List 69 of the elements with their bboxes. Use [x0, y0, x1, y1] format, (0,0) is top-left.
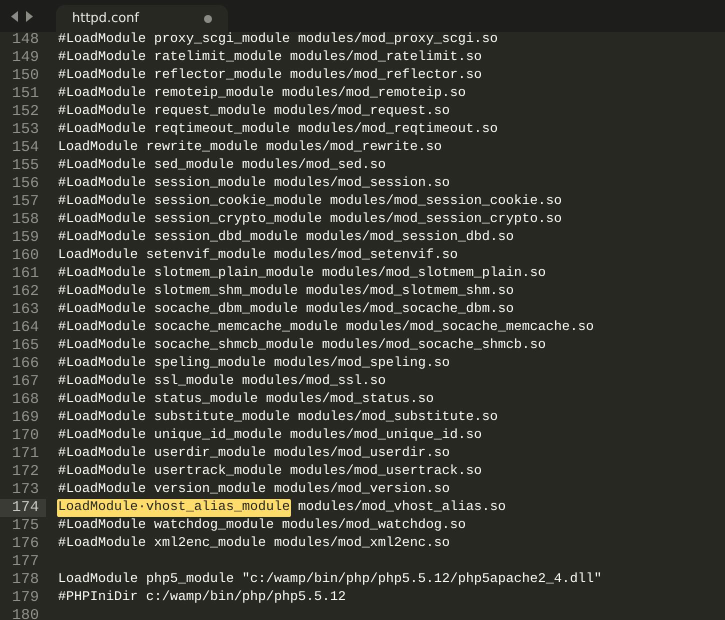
line-number: 170 — [10, 427, 40, 445]
code-line: #LoadModule sed_module modules/mod_sed.so — [58, 157, 386, 175]
code-line: #LoadModule session_crypto_module modules/mod_session_crypto.so — [58, 211, 562, 229]
line-number: 164 — [10, 319, 40, 337]
line-number: 156 — [10, 175, 40, 193]
line-number: 150 — [10, 67, 40, 85]
line-number: 166 — [10, 355, 40, 373]
line-number: 177 — [10, 553, 40, 571]
line-number: 154 — [10, 139, 40, 157]
code-line: #LoadModule ratelimit_module modules/mod_ratelimit.so — [58, 49, 482, 67]
line-number: 163 — [10, 301, 40, 319]
code-line: #LoadModule remoteip_module modules/mod_remoteip.so — [58, 85, 466, 103]
line-number: 148 — [10, 31, 40, 49]
code-line: #LoadModule session_cookie_module modules/mod_session_cookie.so — [58, 193, 562, 211]
code-line: #LoadModule session_module modules/mod_session.so — [58, 175, 450, 193]
code-line: #LoadModule socache_shmcb_module modules/mod_socache_shmcb.so — [58, 337, 546, 355]
line-number: 149 — [10, 49, 40, 67]
line-number: 173 — [10, 481, 40, 499]
code-line: #LoadModule status_module modules/mod_status.so — [58, 391, 434, 409]
code-line: #LoadModule unique_id_module modules/mod_unique_id.so — [58, 427, 482, 445]
line-number: 155 — [10, 157, 40, 175]
code-line: #LoadModule slotmem_shm_module modules/mod_slotmem_shm.so — [58, 283, 514, 301]
line-number: 165 — [10, 337, 40, 355]
selected-text: LoadModule·vhost_alias_module — [57, 499, 291, 517]
code-line: #LoadModule usertrack_module modules/mod_usertrack.so — [58, 463, 482, 481]
code-line: #LoadModule proxy_scgi_module modules/mod_proxy_scgi.so — [58, 31, 498, 49]
code-line: #LoadModule xml2enc_module modules/mod_xml2enc.so — [58, 535, 450, 553]
line-number: 167 — [10, 373, 40, 391]
code-line: #LoadModule request_module modules/mod_request.so — [58, 103, 450, 121]
tab-title: httpd.conf — [72, 11, 139, 26]
code-line: LoadModule rewrite_module modules/mod_rewrite.so — [58, 139, 442, 157]
code-line: #LoadModule reqtimeout_module modules/mod_reqtimeout.so — [58, 121, 498, 139]
line-number: 178 — [10, 571, 40, 589]
code-line: #LoadModule speling_module modules/mod_speling.so — [58, 355, 450, 373]
code-line: #PHPIniDir c:/wamp/bin/php/php5.5.12 — [58, 589, 346, 607]
code-line: #LoadModule reflector_module modules/mod_reflector.so — [58, 67, 482, 85]
line-number: 171 — [10, 445, 40, 463]
file-tab[interactable]: httpd.conf — [56, 5, 228, 32]
line-number: 162 — [10, 283, 40, 301]
line-number: 151 — [10, 85, 40, 103]
forward-icon[interactable] — [25, 10, 33, 22]
code-line: #LoadModule version_module modules/mod_version.so — [58, 481, 450, 499]
line-number: 179 — [10, 589, 40, 607]
code-line: modules/mod_vhost_alias.so — [296, 499, 506, 517]
line-number: 176 — [10, 535, 40, 553]
line-number: 161 — [10, 265, 40, 283]
line-number: 158 — [10, 211, 40, 229]
line-number: 153 — [10, 121, 40, 139]
code-line: #LoadModule ssl_module modules/mod_ssl.so — [58, 373, 386, 391]
code-line: #LoadModule socache_memcache_module modules/mod_socache_memcache.so — [58, 319, 594, 337]
line-number: 152 — [10, 103, 40, 121]
code-line: #LoadModule watchdog_module modules/mod_watchdog.so — [58, 517, 466, 535]
code-line: #LoadModule slotmem_plain_module modules/mod_slotmem_plain.so — [58, 265, 546, 283]
code-line: #LoadModule session_dbd_module modules/mod_session_dbd.so — [58, 229, 514, 247]
back-icon[interactable] — [11, 10, 19, 22]
code-line: #LoadModule socache_dbm_module modules/mod_socache_dbm.so — [58, 301, 514, 319]
line-number: 160 — [10, 247, 40, 265]
code-line: LoadModule setenvif_module modules/mod_setenvif.so — [58, 247, 458, 265]
line-number: 168 — [10, 391, 40, 409]
line-number: 172 — [10, 463, 40, 481]
line-number: 169 — [10, 409, 40, 427]
code-line: LoadModule php5_module "c:/wamp/bin/php/php5.5.12/php5apache2_4.dll" — [58, 571, 602, 589]
line-number: 159 — [10, 229, 40, 247]
line-number: 174 — [0, 499, 46, 517]
line-number: 175 — [10, 517, 40, 535]
code-line: #LoadModule substitute_module modules/mod_substitute.so — [58, 409, 498, 427]
line-number: 157 — [10, 193, 40, 211]
code-line: #LoadModule userdir_module modules/mod_userdir.so — [58, 445, 450, 463]
line-number: 180 — [10, 607, 40, 620]
